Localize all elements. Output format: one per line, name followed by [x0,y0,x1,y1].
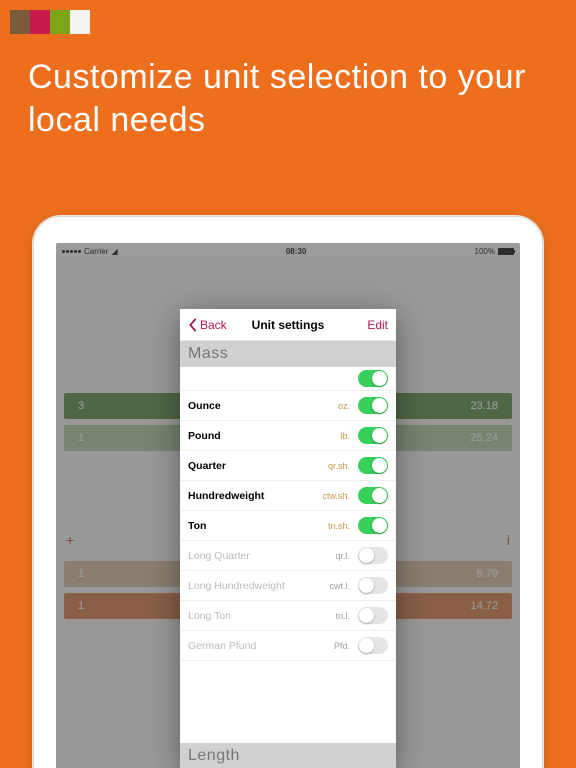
unit-name: Ton [188,520,206,532]
unit-toggle[interactable] [358,607,388,624]
logo-block [10,10,30,34]
unit-abbr: tn.sh. [328,521,350,531]
unit-abbr: qr.sh. [328,461,350,471]
logo-block [70,10,90,34]
unit-row-partial [180,367,396,391]
chevron-left-icon [188,318,198,332]
unit-row: Long Quarter qr.l. [180,541,396,571]
unit-toggle[interactable] [358,457,388,474]
unit-abbr: Pfd. [334,641,350,651]
unit-toggle[interactable] [358,397,388,414]
unit-name: Long Quarter [188,550,250,562]
unit-row: Pound lb. [180,421,396,451]
unit-row: Long Hundredweight cwt.l. [180,571,396,601]
unit-abbr: tn.l. [335,611,350,621]
edit-button[interactable]: Edit [367,318,388,332]
unit-name: Long Ton [188,610,231,622]
unit-abbr: ctw.sh. [322,491,350,501]
unit-row: Ounce oz. [180,391,396,421]
unit-row: German Pfund Pfd. [180,631,396,661]
unit-row: Long Ton tn.l. [180,601,396,631]
unit-row: Hundredweight ctw.sh. [180,481,396,511]
unit-name: German Pfund [188,640,256,652]
device-screen: Carrier ◢ 08:30 100% 3 23.18 1 25.24 + i [56,243,520,768]
modal-header: Back Unit settings Edit [180,309,396,341]
back-label: Back [200,318,227,332]
unit-row: Ton tn.sh. [180,511,396,541]
unit-abbr: lb. [340,431,350,441]
unit-name: Quarter [188,460,226,472]
unit-name: Hundredweight [188,490,264,502]
unit-toggle[interactable] [358,427,388,444]
back-button[interactable]: Back [188,318,227,332]
unit-name: Long Hundredweight [188,580,285,592]
section-header-length: Length [180,743,396,768]
unit-abbr: qr.l. [335,551,350,561]
unit-name: Ounce [188,400,221,412]
unit-list[interactable]: Ounce oz. Pound lb. Quarter qr.sh. Hundredweig… [180,367,396,743]
unit-name: Pound [188,430,221,442]
logo-block [30,10,50,34]
unit-toggle[interactable] [358,577,388,594]
unit-row: Quarter qr.sh. [180,451,396,481]
unit-toggle[interactable] [358,487,388,504]
unit-toggle[interactable] [358,517,388,534]
section-header-mass: Mass [180,341,396,367]
ipad-device-frame: Carrier ◢ 08:30 100% 3 23.18 1 25.24 + i [33,216,543,768]
unit-toggle[interactable] [358,637,388,654]
marketing-headline: Customize unit selection to your local n… [28,56,548,141]
logo-block [50,10,70,34]
unit-toggle[interactable] [358,547,388,564]
unit-abbr: cwt.l. [329,581,350,591]
unit-settings-modal: Back Unit settings Edit Mass Ounce oz. Pou… [180,309,396,768]
unit-toggle[interactable] [358,370,388,387]
unit-abbr: oz. [338,401,350,411]
app-logo [10,10,90,34]
